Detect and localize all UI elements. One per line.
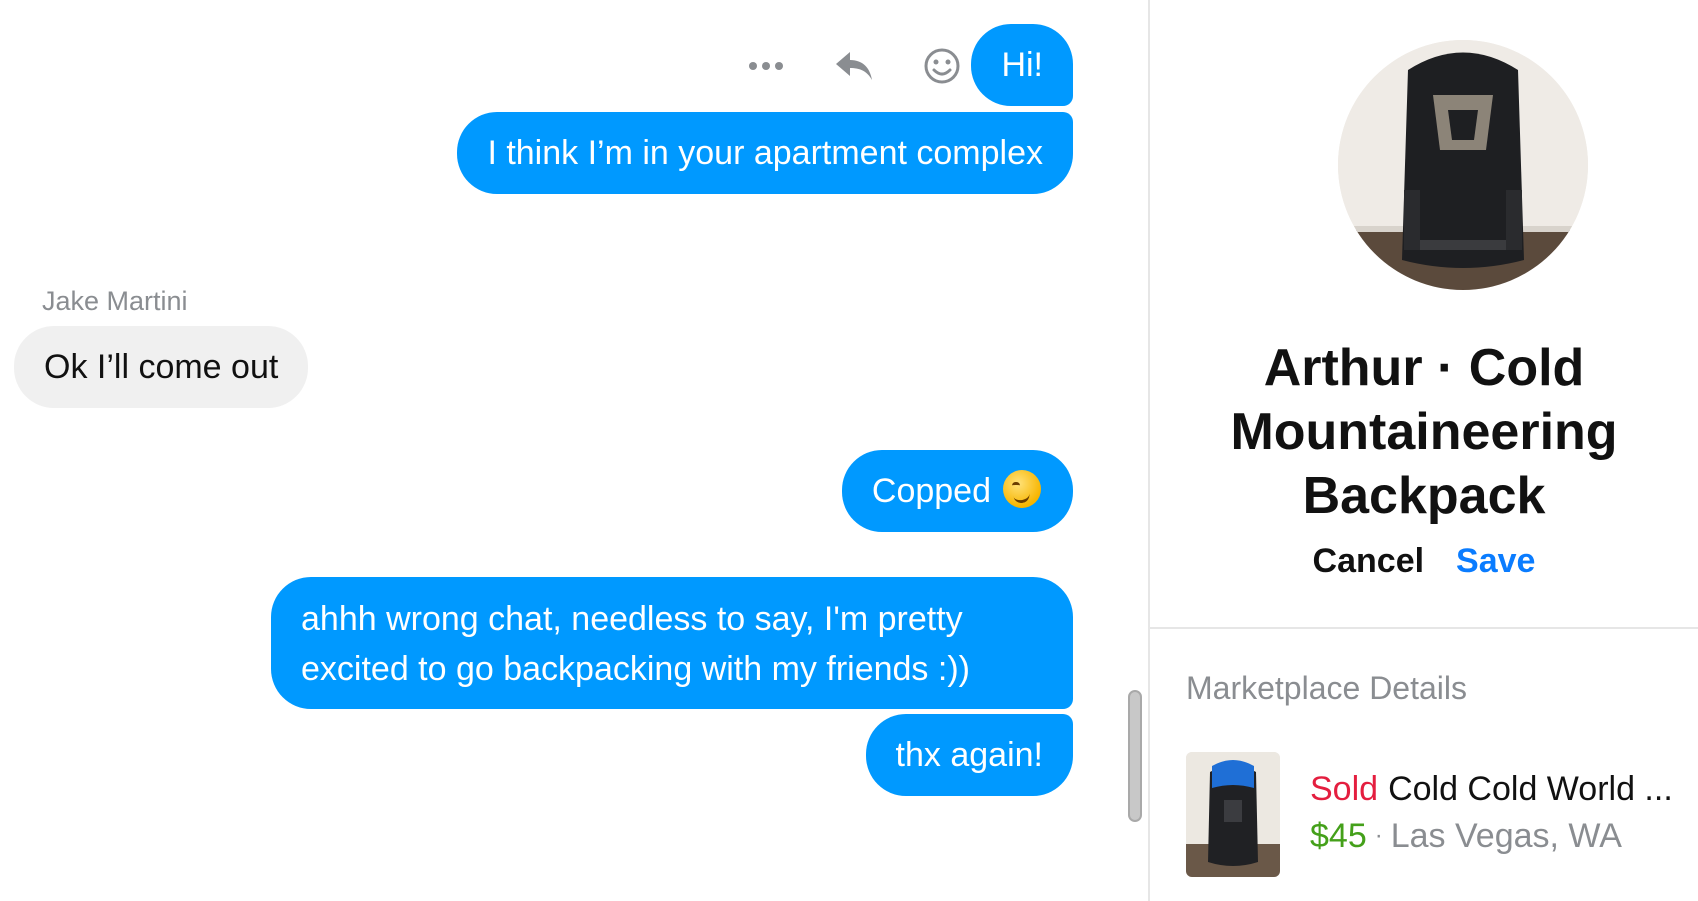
listing-price: $45 xyxy=(1310,817,1367,855)
marketplace-details-heading: Marketplace Details xyxy=(1186,670,1467,706)
incoming-message[interactable]: Ok I’ll come out xyxy=(14,326,309,408)
sold-status: Sold xyxy=(1310,770,1379,808)
conversation-info-panel: Arthur · Cold Mountaineering Backpack Ca… xyxy=(1150,0,1698,901)
smirk-emoji-icon xyxy=(1003,470,1041,508)
reply-icon[interactable] xyxy=(810,40,898,92)
message-text: ahhh wrong chat, needless to say, I'm pr… xyxy=(301,600,970,688)
message-text: Hi! xyxy=(1001,46,1043,84)
outgoing-message[interactable]: ahhh wrong chat, needless to say, I'm pr… xyxy=(271,577,1073,709)
listing-title-line: Sold Cold Cold World ... xyxy=(1310,770,1673,809)
chat-scrollbar[interactable] xyxy=(1128,690,1142,822)
outgoing-message[interactable]: Copped xyxy=(841,450,1073,532)
message-text: thx again! xyxy=(895,736,1043,774)
chat-pane: Hi! I think I’m in your apartment comple… xyxy=(0,0,1148,901)
message-actions xyxy=(722,40,986,92)
listing-location: Las Vegas, WA xyxy=(1390,817,1622,855)
backpack-photo-avatar[interactable] xyxy=(1338,40,1588,290)
message-text: Ok I’ll come out xyxy=(44,348,279,386)
conversation-title: Arthur · Cold Mountaineering Backpack xyxy=(1230,339,1618,525)
cancel-button[interactable]: Cancel xyxy=(1313,542,1425,581)
sender-name: Jake Martini xyxy=(42,286,188,316)
save-button[interactable]: Save xyxy=(1456,542,1535,581)
section-divider xyxy=(1150,627,1698,629)
title-edit-actions: Cancel Save xyxy=(1150,542,1698,581)
outgoing-message[interactable]: Hi! xyxy=(971,24,1073,106)
outgoing-message[interactable]: thx again! xyxy=(865,714,1073,796)
listing-thumbnail xyxy=(1186,752,1280,877)
listing-name: Cold Cold World ... xyxy=(1388,770,1673,808)
message-text: Copped xyxy=(871,472,991,510)
more-icon[interactable] xyxy=(722,40,810,92)
outgoing-message[interactable]: I think I’m in your apartment complex xyxy=(457,112,1073,194)
message-text: I think I’m in your apartment complex xyxy=(487,134,1043,172)
meta-separator: · xyxy=(1374,822,1383,849)
marketplace-listing[interactable]: Sold Cold Cold World ... $45 · Las Vegas, W… xyxy=(1186,752,1686,877)
listing-meta-line: $45 · Las Vegas, WA xyxy=(1310,817,1622,856)
